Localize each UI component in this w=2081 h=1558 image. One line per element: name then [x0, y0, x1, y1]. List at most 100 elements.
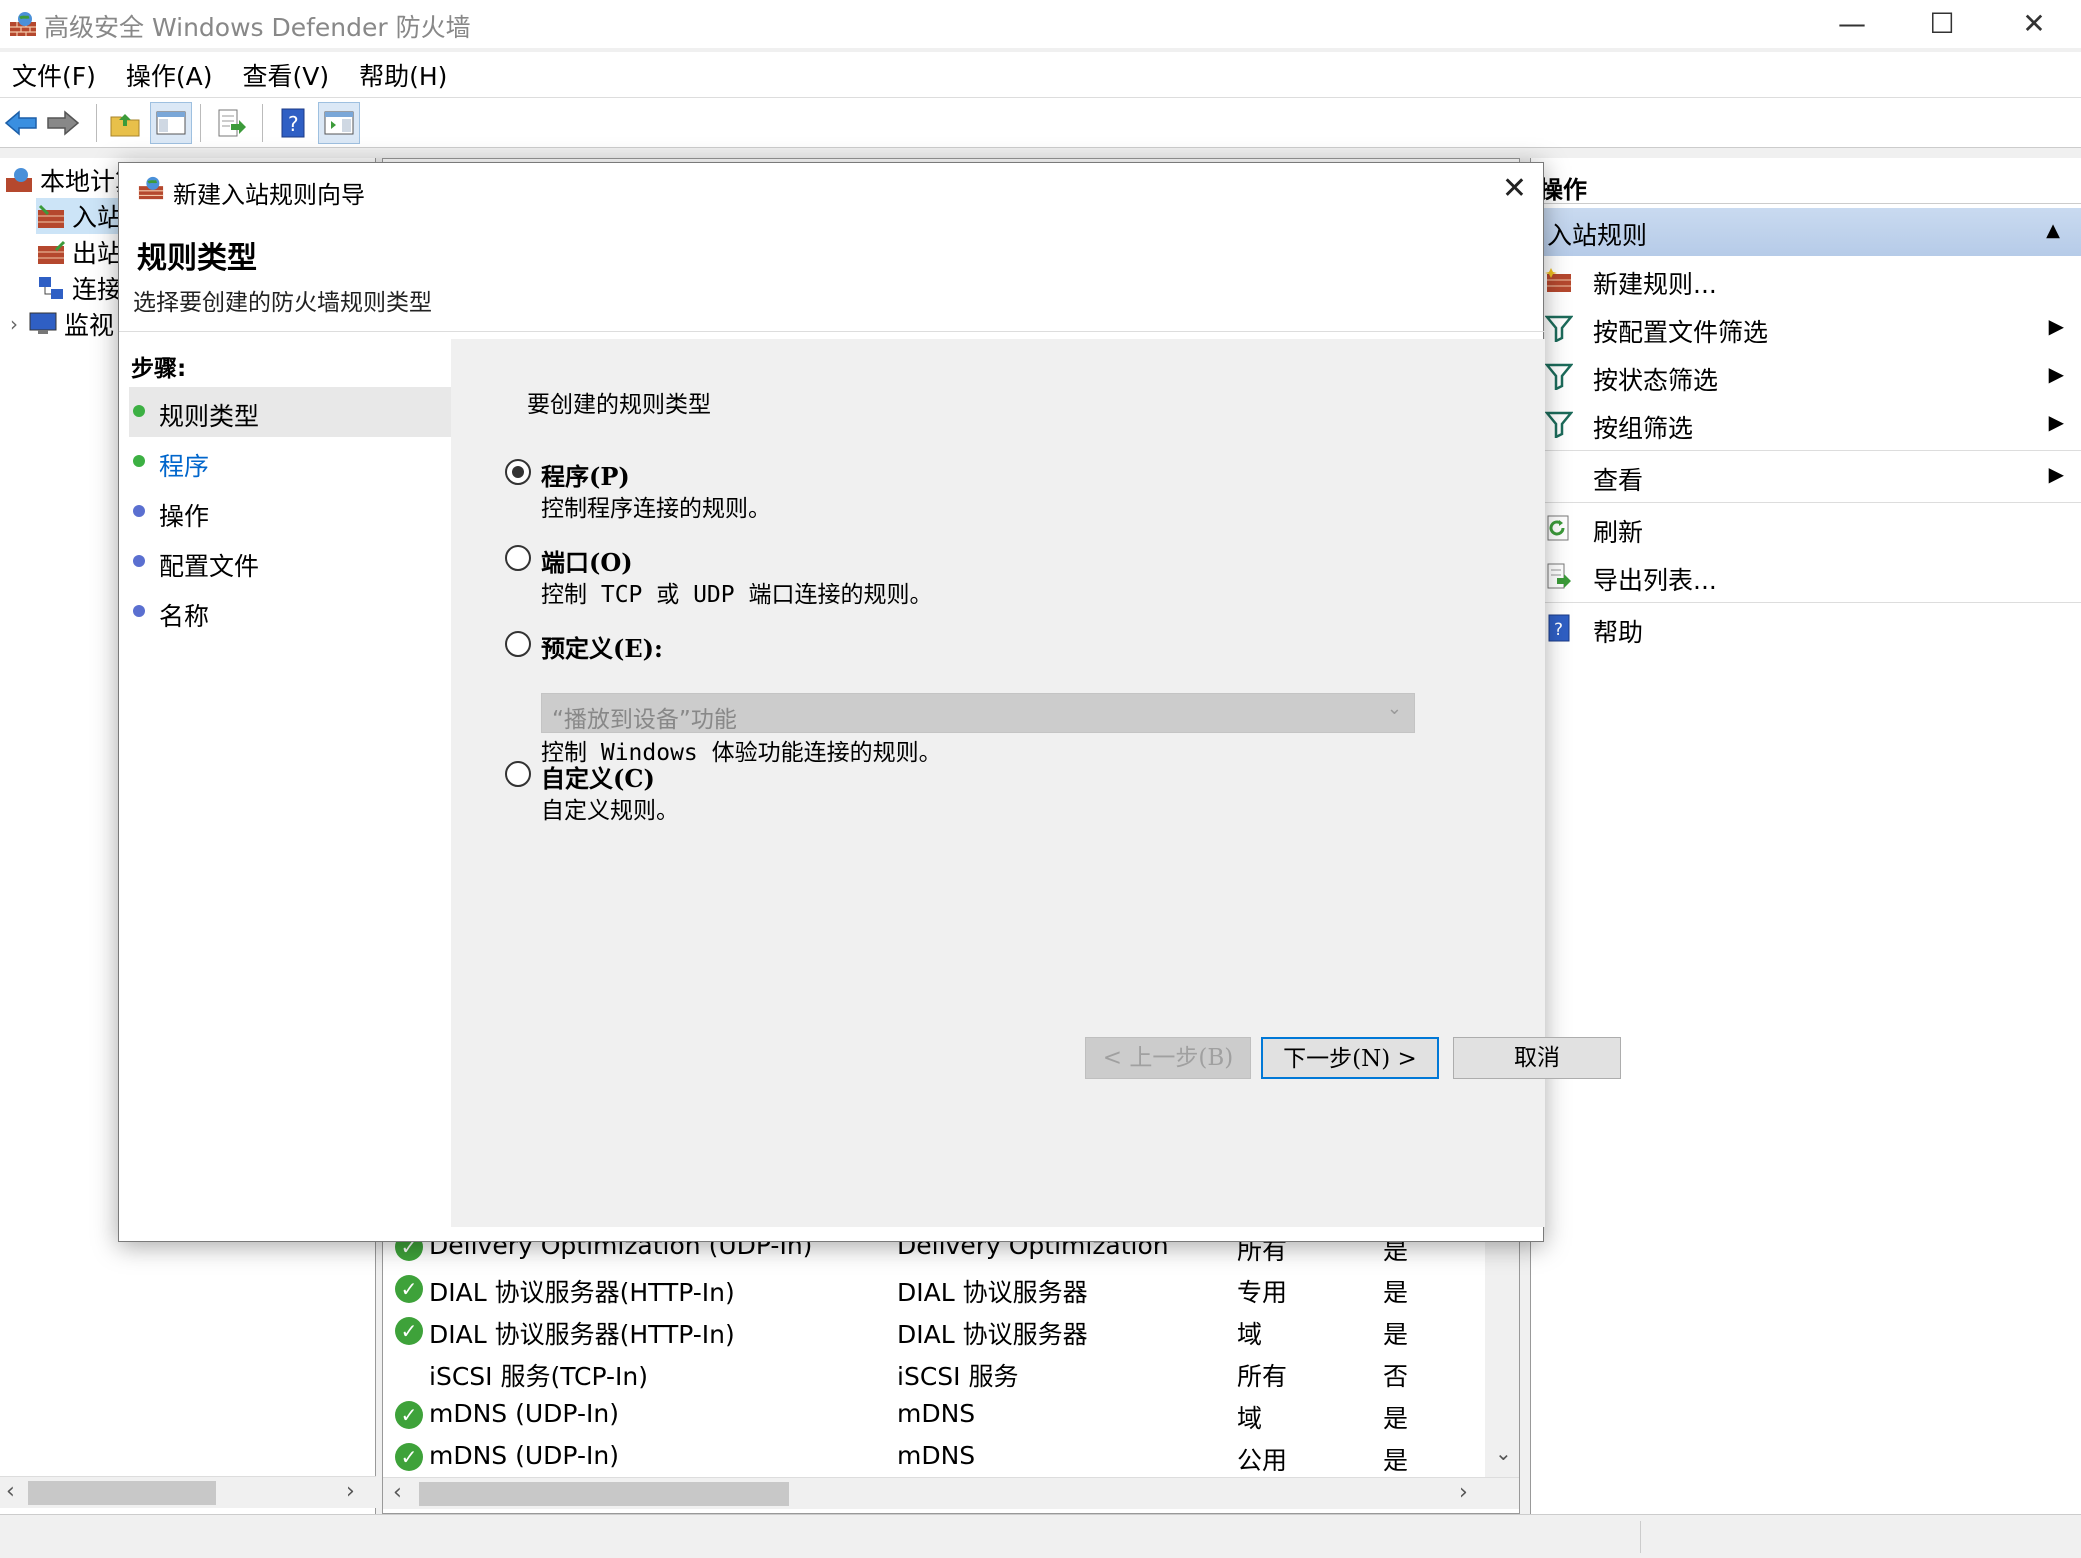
help-icon[interactable]: ? [272, 102, 314, 144]
action-label: 帮助 [1593, 618, 1644, 647]
collapse-triangle-icon[interactable]: ▲ [2046, 220, 2060, 241]
option-description: 控制 TCP 或 UDP 端口连接的规则。 [541, 582, 933, 608]
rule-enabled: 是 [1383, 1446, 1409, 1475]
menu-file[interactable]: 文件(F) [12, 57, 96, 93]
table-row[interactable]: iSCSI 服务(TCP-In) iSCSI 服务 所有 否 [383, 1353, 1483, 1395]
scroll-down-icon[interactable]: ⌄ [1495, 1441, 1512, 1465]
cancel-button[interactable]: 取消 [1453, 1037, 1621, 1079]
step-program[interactable]: 程序 [129, 437, 451, 487]
predefined-select: “播放到设备”功能 ⌄ [541, 693, 1415, 733]
action-export-list[interactable]: 导出列表... [1531, 552, 2081, 600]
action-label: 查看 [1593, 466, 1644, 495]
option-label[interactable]: 预定义(E): [541, 629, 663, 664]
enabled-check-icon: ✓ [395, 1275, 423, 1303]
table-row[interactable]: ✓ DIAL 协议服务器(HTTP-In) DIAL 协议服务器 专用 是 [383, 1269, 1483, 1311]
wizard-content: 要创建的规则类型 程序(P) 控制程序连接的规则。 端口(O) 控制 TCP 或… [455, 339, 1621, 1227]
step-label[interactable]: 程序 [159, 447, 209, 483]
radio-program[interactable] [505, 459, 531, 485]
filter-icon [1545, 363, 1573, 390]
rule-group: mDNS [897, 1399, 976, 1428]
option-label[interactable]: 程序(P) [541, 457, 630, 492]
action-label: 按配置文件筛选 [1593, 318, 1769, 347]
status-bar [0, 1514, 2081, 1558]
radio-custom[interactable] [505, 761, 531, 787]
table-row[interactable]: ✓ DIAL 协议服务器(HTTP-In) DIAL 协议服务器 域 是 [383, 1311, 1483, 1353]
dialog-close-icon[interactable]: ✕ [1502, 171, 1527, 206]
rule-group: DIAL 协议服务器 [897, 1320, 1088, 1349]
step-name: 名称 [129, 587, 451, 637]
window-title: 高级安全 Windows Defender 防火墙 [44, 13, 471, 42]
step-label: 名称 [159, 602, 210, 631]
scroll-thumb[interactable] [419, 1482, 789, 1506]
minimize-button[interactable]: — [1806, 0, 1898, 46]
up-folder-icon[interactable] [104, 102, 146, 144]
radio-port[interactable] [505, 545, 531, 571]
action-label: 导出列表... [1593, 566, 1717, 595]
action-new-rule[interactable]: 新建规则... [1531, 256, 2081, 304]
actions-section-inbound[interactable]: 入站规则 ▲ [1531, 208, 2081, 256]
next-button[interactable]: 下一步(N) > [1261, 1037, 1439, 1079]
page-subtitle: 选择要创建的防火墙规则类型 [133, 290, 432, 316]
refresh-icon [1547, 515, 1569, 541]
firewall-icon [6, 168, 32, 192]
radio-predefined[interactable] [505, 631, 531, 657]
list-horizontal-scrollbar[interactable]: ‹ › [383, 1477, 1519, 1509]
back-arrow-icon[interactable] [0, 102, 42, 144]
scroll-left-icon[interactable]: ‹ [6, 1479, 15, 1504]
action-filter-by-profile[interactable]: 按配置文件筛选 ▶ [1531, 304, 2081, 352]
dialog-title: 新建入站规则向导 [173, 181, 365, 209]
close-window-button[interactable]: ✕ [1988, 0, 2080, 46]
scroll-right-icon[interactable]: › [346, 1479, 355, 1504]
new-inbound-rule-wizard: 新建入站规则向导 ✕ 规则类型 选择要创建的防火墙规则类型 步骤: 规则类型 程… [118, 162, 1621, 1242]
scroll-thumb[interactable] [28, 1481, 216, 1505]
help-icon: ? [1548, 614, 1570, 642]
maximize-button[interactable]: ☐ [1896, 0, 1988, 46]
show-hide-action-pane-icon[interactable] [318, 102, 360, 144]
tree-item-monitoring[interactable]: › 监视 [10, 306, 114, 342]
menu-action[interactable]: 操作(A) [126, 57, 213, 93]
option-label[interactable]: 端口(O) [541, 543, 633, 578]
action-help[interactable]: ? 帮助 [1531, 604, 2081, 652]
menu-help[interactable]: 帮助(H) [359, 57, 447, 93]
forward-arrow-icon[interactable] [42, 102, 84, 144]
enabled-check-icon: ✓ [395, 1317, 423, 1345]
action-filter-by-state[interactable]: 按状态筛选 ▶ [1531, 352, 2081, 400]
list-vertical-scrollbar[interactable]: ⌄ [1485, 1219, 1519, 1481]
submenu-arrow-icon: ▶ [2048, 410, 2064, 434]
rule-enabled: 是 [1383, 1320, 1409, 1349]
option-description: 控制程序连接的规则。 [541, 496, 771, 522]
filter-icon [1545, 315, 1573, 342]
actions-section-label: 入站规则 [1547, 221, 1648, 250]
inbound-rules-icon [38, 204, 64, 228]
step-status-dot-icon [133, 505, 145, 517]
table-row[interactable]: ✓ mDNS (UDP-In) mDNS 公用 是 [383, 1437, 1483, 1479]
tree-horizontal-scrollbar[interactable]: ‹ › [0, 1476, 376, 1508]
export-list-icon[interactable] [210, 102, 252, 144]
step-action: 操作 [129, 487, 451, 537]
step-rule-type: 规则类型 [129, 387, 451, 437]
rule-group: iSCSI 服务 [897, 1362, 1019, 1391]
rule-enabled: 是 [1383, 1278, 1409, 1307]
firewall-icon [10, 12, 36, 36]
option-description: 自定义规则。 [541, 798, 679, 824]
monitor-icon [29, 312, 57, 334]
table-row[interactable]: ✓ mDNS (UDP-In) mDNS 域 是 [383, 1395, 1483, 1437]
action-label: 按组筛选 [1593, 414, 1694, 443]
menu-view[interactable]: 查看(V) [243, 57, 330, 93]
step-status-dot-icon [133, 405, 145, 417]
scroll-left-icon[interactable]: ‹ [393, 1480, 402, 1505]
step-status-dot-icon [133, 455, 145, 467]
action-filter-by-group[interactable]: 按组筛选 ▶ [1531, 400, 2081, 448]
rule-group: DIAL 协议服务器 [897, 1278, 1088, 1307]
scroll-right-icon[interactable]: › [1459, 1480, 1468, 1505]
rule-group: mDNS [897, 1441, 976, 1470]
expand-chevron-icon[interactable]: › [10, 312, 18, 336]
option-label[interactable]: 自定义(C) [541, 759, 655, 794]
new-rule-icon [1545, 268, 1571, 292]
action-view[interactable]: 查看 ▶ [1531, 452, 2081, 500]
step-status-dot-icon [133, 555, 145, 567]
show-hide-tree-icon[interactable] [150, 102, 192, 144]
rule-name: DIAL 协议服务器(HTTP-In) [429, 1278, 735, 1307]
submenu-arrow-icon: ▶ [2048, 362, 2064, 386]
action-refresh[interactable]: 刷新 [1531, 504, 2081, 552]
